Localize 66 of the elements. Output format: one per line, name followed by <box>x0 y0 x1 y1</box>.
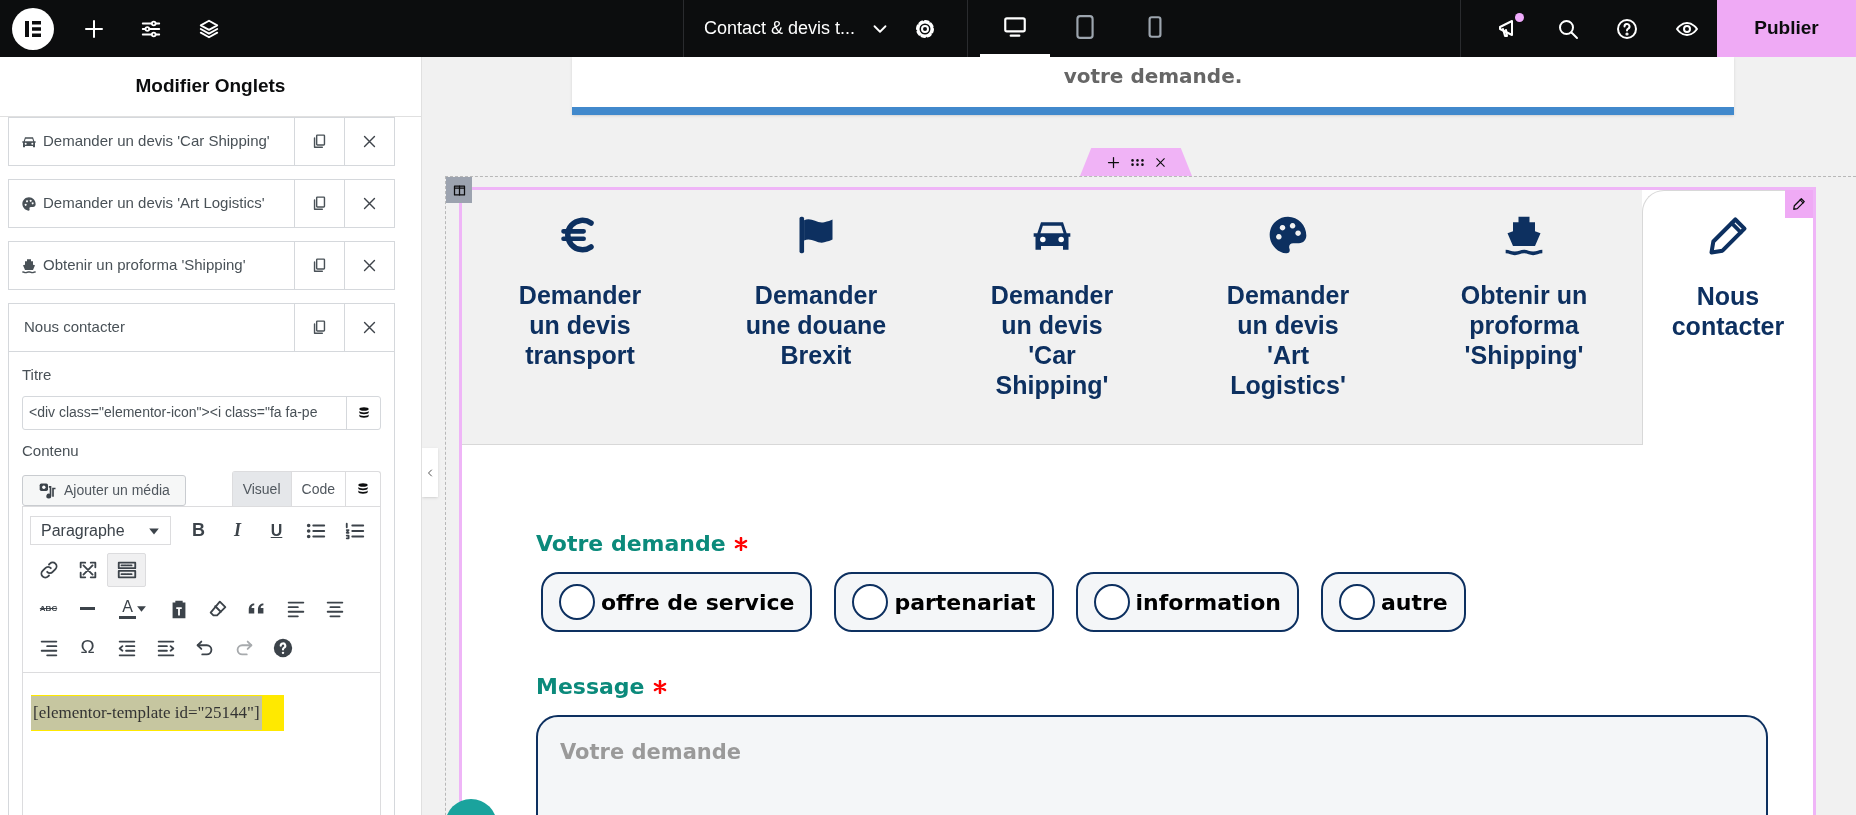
duplicate-icon <box>311 133 328 150</box>
radio-button[interactable] <box>1338 584 1375 620</box>
radio-button[interactable] <box>1093 584 1130 620</box>
pencil-icon <box>1706 214 1750 258</box>
repeater-item-title[interactable]: Demander un devis 'Car Shipping' <box>9 118 294 165</box>
field-label: Votre demande <box>536 530 726 558</box>
radio-button[interactable] <box>852 584 889 620</box>
close-icon <box>1153 155 1167 169</box>
format-select[interactable]: Paragraphe <box>30 516 171 545</box>
toolbar-button[interactable] <box>107 552 146 587</box>
help-icon <box>1615 16 1640 41</box>
ship-icon <box>21 257 37 274</box>
editor-mode-tab[interactable]: Visuel <box>232 472 292 506</box>
tab[interactable]: Demander une douane Brexit <box>698 190 934 445</box>
radio-option[interactable]: information <box>1075 572 1299 632</box>
logo-icon <box>23 18 43 39</box>
close-icon <box>361 319 378 336</box>
close-icon <box>361 133 378 150</box>
column-handle[interactable] <box>446 177 472 203</box>
tab[interactable]: Demander un devis transport <box>462 190 698 445</box>
publish-button[interactable]: Publier <box>1717 0 1856 57</box>
columns-icon <box>451 182 467 198</box>
add-section-button[interactable] <box>1105 154 1121 170</box>
field-label: Titre <box>22 365 53 385</box>
repeater-item-title[interactable]: Obtenir un proforma 'Shipping' <box>9 242 294 289</box>
radio-option[interactable]: autre <box>1320 572 1466 632</box>
radio-button[interactable] <box>559 584 595 620</box>
bold-button[interactable]: B <box>179 513 218 548</box>
field-label: Contenu <box>22 440 80 461</box>
close-icon <box>361 257 378 274</box>
field-label: Message <box>536 673 645 701</box>
database-icon <box>356 482 370 496</box>
radio-option[interactable]: offre de service <box>541 572 813 632</box>
radio-option[interactable]: partenariat <box>834 572 1054 632</box>
title-input[interactable]: <div class="elementor-icon"><i class="fa fa-pe <box>23 396 346 429</box>
add-media-button[interactable]: Ajouter un média <box>22 475 186 506</box>
tab[interactable]: Demander un devis 'Car Shipping' <box>934 190 1170 445</box>
section-text: votre demande. <box>1063 63 1243 90</box>
layers-icon <box>198 17 220 40</box>
repeater-item-title[interactable]: Demander un devis 'Art Logistics' <box>9 180 294 227</box>
tab[interactable]: Demander un devis 'Art Logistics' <box>1170 190 1406 445</box>
tab[interactable]: Obtenir un proforma 'Shipping' <box>1406 190 1642 445</box>
duplicate-icon <box>311 319 328 336</box>
omega-button[interactable]: Ω <box>68 630 107 665</box>
desktop-icon <box>1002 14 1028 40</box>
duplicate-icon <box>311 257 328 274</box>
close-icon <box>361 195 378 212</box>
database-icon <box>356 405 371 420</box>
strike-button[interactable]: ABC <box>29 591 68 626</box>
duplicate-icon <box>311 195 328 212</box>
message-field[interactable]: Votre demande <box>536 715 1768 815</box>
underline-button[interactable]: U <box>257 513 296 548</box>
repeater-item-title[interactable]: Nous contacter <box>9 304 294 351</box>
logo-button[interactable] <box>12 7 54 50</box>
help-icon <box>271 636 294 659</box>
palette-icon <box>21 195 37 212</box>
document-title-dropdown[interactable]: Contact & devis t... <box>684 0 904 57</box>
color-button[interactable]: A <box>107 591 159 626</box>
caret-icon <box>135 603 147 614</box>
pencil-icon <box>1792 197 1806 211</box>
delete-section-button[interactable] <box>1153 155 1167 169</box>
edit-widget-button[interactable] <box>1785 190 1813 218</box>
title-field[interactable]: <div class="elementor-icon"><i class="fa fa-pe <box>22 395 381 430</box>
italic-button[interactable]: I <box>218 513 257 548</box>
shortcode-text: [elementor-template id="25144"] <box>31 696 262 730</box>
plus-icon <box>1105 154 1121 170</box>
